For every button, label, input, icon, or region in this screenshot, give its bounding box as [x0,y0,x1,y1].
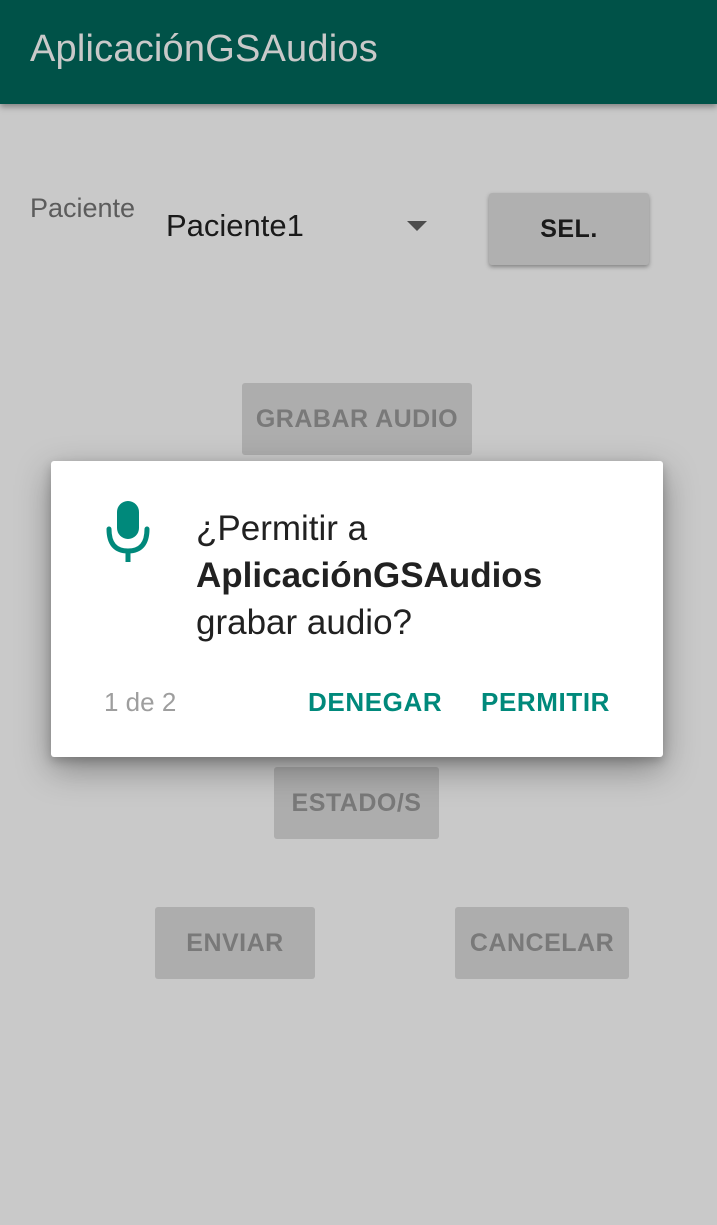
permission-app-name: AplicaciónGSAudios [196,556,543,595]
permission-counter: 1 de 2 [104,687,177,717]
permission-message: ¿Permitir a AplicaciónGSAudios grabar au… [196,505,636,646]
allow-button[interactable]: PERMITIR [481,687,610,718]
microphone-icon [104,501,152,565]
deny-button[interactable]: DENEGAR [308,687,442,718]
permission-message-line1: ¿Permitir a [196,509,368,548]
permission-message-line3: grabar audio? [196,603,412,642]
permission-dialog: ¿Permitir a AplicaciónGSAudios grabar au… [51,461,663,757]
